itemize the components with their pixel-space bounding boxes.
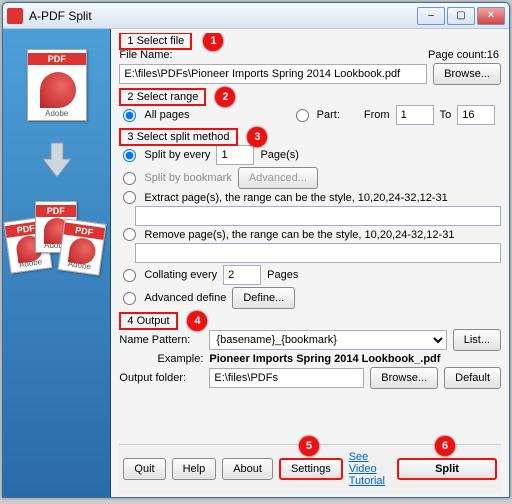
split-button[interactable]: Split (397, 458, 497, 480)
part-radio[interactable] (296, 109, 309, 122)
browse-output-button[interactable]: Browse... (370, 367, 438, 389)
titlebar: A-PDF Split – ▢ ✕ (3, 3, 509, 29)
arrow-down-icon (37, 139, 77, 179)
section4-heading: 4 Output (119, 312, 177, 330)
name-pattern-label: Name Pattern: (119, 334, 203, 346)
advanced-button[interactable]: Advanced... (238, 167, 318, 189)
about-button[interactable]: About (222, 458, 273, 480)
quit-button[interactable]: Quit (123, 458, 165, 480)
remove-label: Remove page(s), the range can be the sty… (144, 229, 454, 241)
file-name-label: File Name: (119, 49, 172, 61)
list-button[interactable]: List... (453, 329, 501, 351)
output-folder-input[interactable] (209, 368, 364, 388)
main-panel: 1 Select file 1 File Name: Page count:16… (111, 29, 509, 497)
callout-2: 2 (215, 87, 235, 107)
advanced-define-radio[interactable] (123, 292, 136, 305)
help-button[interactable]: Help (172, 458, 217, 480)
extract-input[interactable] (135, 206, 501, 226)
pdf-source-icon: Adobe (27, 49, 87, 121)
settings-button[interactable]: Settings (279, 458, 343, 480)
browse-file-button[interactable]: Browse... (433, 63, 501, 85)
page-count: Page count:16 (428, 49, 499, 61)
callout-6: 6 (435, 436, 455, 456)
section2-heading: 2 Select range (119, 88, 206, 106)
pages-suffix: Page(s) (260, 149, 299, 161)
window-title: A-PDF Split (29, 9, 417, 23)
name-pattern-select[interactable]: {basename}_{bookmark} (209, 330, 446, 350)
split-bookmark-label: Split by bookmark (144, 172, 231, 184)
from-input[interactable] (396, 105, 434, 125)
app-icon (7, 8, 23, 24)
pdf-result-icons: Adobe Adobe Adobe (7, 197, 107, 287)
split-every-radio[interactable] (123, 149, 136, 162)
output-folder-label: Output folder: (119, 372, 203, 384)
collating-label: Collating every (144, 269, 217, 281)
collating-input[interactable] (223, 265, 261, 285)
callout-4: 4 (187, 311, 207, 331)
part-label: Part: (317, 109, 340, 121)
advanced-define-label: Advanced define (144, 292, 226, 304)
footer: Quit Help About Settings 5 See Video Tut… (119, 444, 501, 493)
collating-suffix: Pages (267, 269, 298, 281)
video-tutorial-link[interactable]: See Video Tutorial (349, 451, 385, 487)
split-every-label: Split by every (144, 149, 210, 161)
sidebar: Adobe Adobe Adobe Adobe (3, 29, 111, 497)
all-pages-label: All pages (144, 109, 189, 121)
maximize-button[interactable]: ▢ (447, 7, 475, 25)
remove-input[interactable] (135, 243, 501, 263)
from-label: From (364, 109, 390, 121)
default-button[interactable]: Default (444, 367, 501, 389)
example-value: Pioneer Imports Spring 2014 Lookbook_.pd… (209, 353, 440, 365)
to-input[interactable] (457, 105, 495, 125)
minimize-button[interactable]: – (417, 7, 445, 25)
section1-heading: 1 Select file (119, 33, 192, 50)
section3-heading: 3 Select split method (119, 128, 237, 146)
callout-3: 3 (247, 127, 267, 147)
extract-label: Extract page(s), the range can be the st… (144, 192, 447, 204)
example-label: Example: (119, 353, 203, 365)
to-label: To (440, 109, 452, 121)
all-pages-radio[interactable] (123, 109, 136, 122)
callout-5: 5 (299, 436, 319, 456)
define-button[interactable]: Define... (232, 287, 295, 309)
split-bookmark-radio[interactable] (123, 172, 136, 185)
extract-radio[interactable] (123, 191, 136, 204)
app-window: A-PDF Split – ▢ ✕ Adobe Adobe Adobe Adob… (2, 2, 510, 498)
remove-radio[interactable] (123, 228, 136, 241)
collating-radio[interactable] (123, 269, 136, 282)
close-button[interactable]: ✕ (477, 7, 505, 25)
split-every-input[interactable] (216, 145, 254, 165)
file-name-input[interactable] (119, 64, 427, 84)
